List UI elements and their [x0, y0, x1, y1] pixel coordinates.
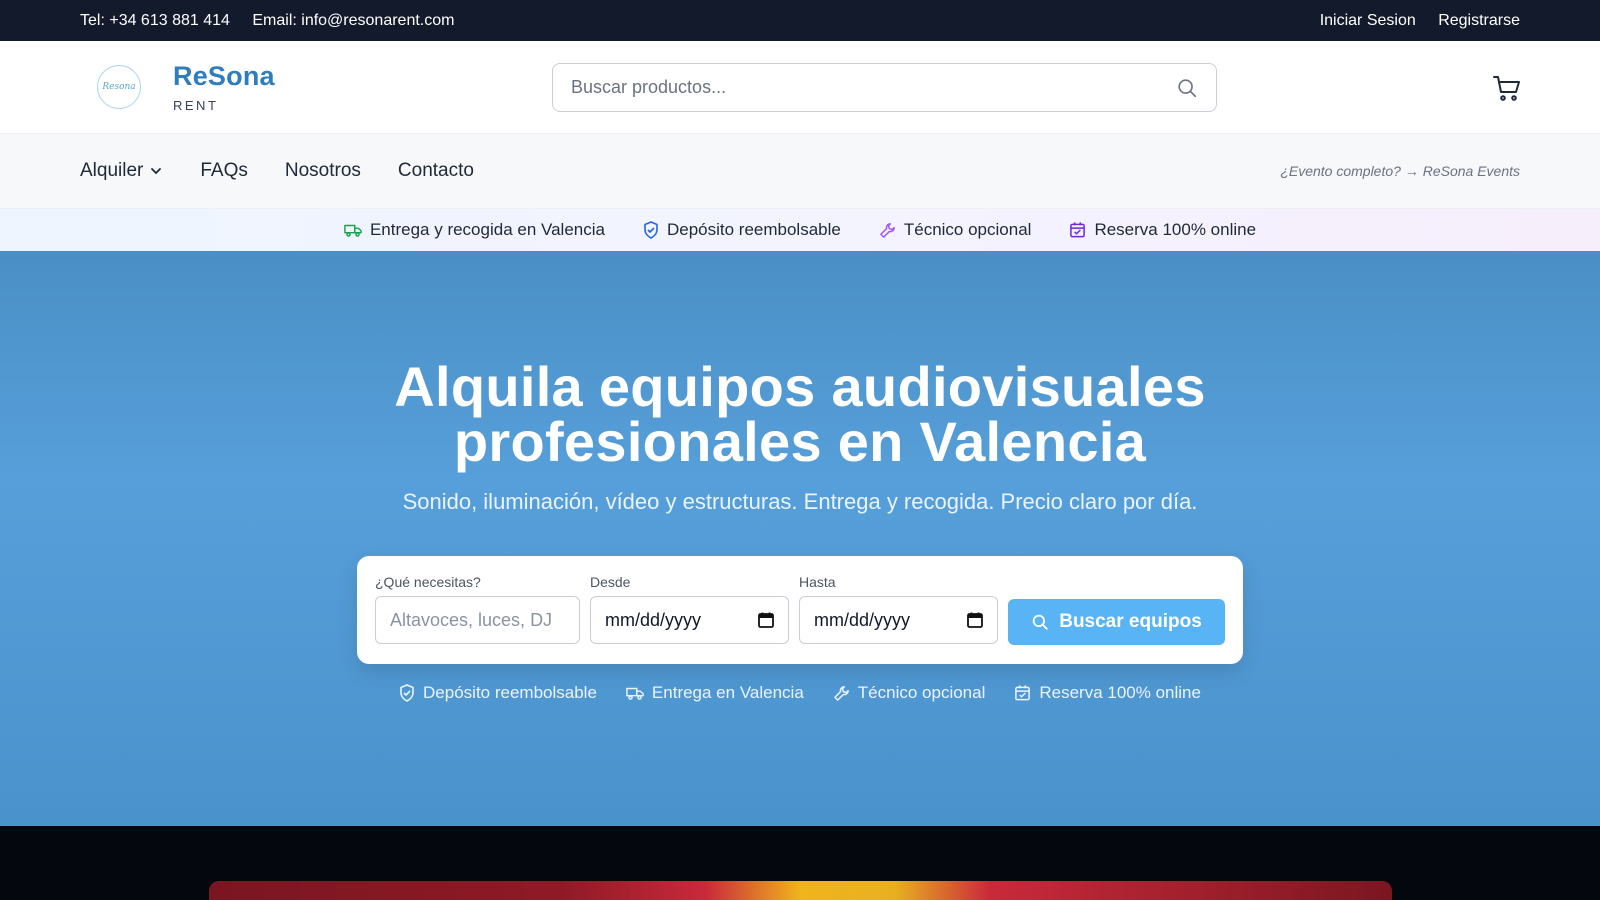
feature-label: Reserva 100% online — [1094, 220, 1257, 239]
perk-label: Depósito reembolsable — [423, 683, 597, 702]
button-label: Buscar equipos — [1059, 611, 1202, 632]
featured-section — [0, 826, 1600, 900]
cart-icon[interactable] — [1492, 74, 1522, 102]
search-input[interactable] — [571, 77, 1176, 98]
top-contact-bar: Tel: +34 613 881 414 Email: info@resonar… — [0, 0, 1600, 41]
hero-title-line1: Alquila equipos audiovisuales — [394, 355, 1206, 418]
nav-item-contacto[interactable]: Contacto — [398, 160, 474, 182]
feature-label: Técnico opcional — [903, 220, 1032, 239]
feature-deposit: Depósito reembolsable — [643, 220, 841, 240]
feature-online: Reserva 100% online — [1069, 220, 1256, 240]
nav-item-label: Alquiler — [80, 160, 144, 181]
features-strip: Entrega y recogida en Valencia Depósito … — [0, 209, 1600, 251]
events-promo-link[interactable]: ¿Evento completo? → ReSona Events — [1280, 163, 1520, 179]
to-date-input[interactable]: mm/dd/yyyy — [799, 596, 998, 644]
perk-deposit: Depósito reembolsable — [399, 683, 597, 703]
hero-subtitle: Sonido, iluminación, vídeo y estructuras… — [402, 489, 1198, 514]
what-input[interactable] — [390, 609, 565, 631]
hero-section: Alquila equipos audiovisuales profesiona… — [0, 251, 1600, 826]
hero-title: Alquila equipos audiovisuales profesiona… — [0, 359, 1600, 470]
calendar-icon[interactable] — [967, 612, 983, 628]
brand-subtitle: RENT — [173, 98, 219, 113]
booking-search-form: ¿Qué necesitas? Desde mm/dd/yyyy Hasta m… — [357, 556, 1243, 664]
to-date-value: mm/dd/yyyy — [814, 609, 911, 630]
promo-banner-image[interactable] — [209, 881, 1392, 900]
from-field: Desde mm/dd/yyyy — [590, 574, 789, 644]
search-equipment-button[interactable]: Buscar equipos — [1008, 599, 1225, 645]
feature-label: Depósito reembolsable — [666, 220, 841, 239]
perk-online: Reserva 100% online — [1014, 683, 1201, 703]
calendar-icon — [1070, 222, 1086, 238]
main-nav: Alquiler FAQs Nosotros Contacto ¿Evento … — [0, 134, 1600, 209]
login-link[interactable]: Iniciar Sesion — [1320, 12, 1416, 29]
wrench-icon — [833, 685, 849, 701]
email-text: Email: info@resonarent.com — [252, 11, 455, 29]
hero-perks: Depósito reembolsable Entrega en Valenci… — [0, 683, 1600, 703]
product-search — [552, 63, 1217, 112]
perk-technician: Técnico opcional — [833, 683, 986, 703]
nav-item-alquiler[interactable]: Alquiler — [80, 160, 163, 182]
perk-label: Entrega en Valencia — [651, 683, 804, 702]
calendar-icon[interactable] — [758, 612, 774, 628]
contact-info: Tel: +34 613 881 414 Email: info@resonar… — [80, 12, 472, 30]
nav-links: Alquiler FAQs Nosotros Contacto — [80, 160, 474, 182]
feature-delivery: Entrega y recogida en Valencia — [344, 220, 605, 240]
brand-name: ReSona — [173, 61, 275, 91]
to-label: Hasta — [799, 574, 836, 590]
shield-icon — [400, 684, 414, 702]
from-label: Desde — [590, 574, 631, 590]
search-icon — [1032, 614, 1048, 630]
nav-item-label: Nosotros — [284, 160, 361, 181]
truck-icon — [626, 687, 644, 700]
what-field: ¿Qué necesitas? — [375, 574, 580, 644]
nav-item-label: Contacto — [397, 160, 474, 181]
feature-label: Entrega y recogida en Valencia — [369, 220, 605, 239]
search-icon[interactable] — [1176, 77, 1198, 99]
nav-item-nosotros[interactable]: Nosotros — [285, 160, 361, 182]
shield-icon — [644, 221, 658, 239]
to-field: Hasta mm/dd/yyyy — [799, 574, 998, 644]
truck-icon — [344, 224, 362, 237]
what-label: ¿Qué necesitas? — [375, 574, 481, 590]
perk-label: Técnico opcional — [857, 683, 986, 702]
hero-title-line2: profesionales en Valencia — [453, 410, 1147, 473]
calendar-icon — [1015, 685, 1031, 701]
perk-delivery: Entrega en Valencia — [626, 683, 804, 703]
brand[interactable]: ReSona RENT — [173, 61, 275, 113]
from-date-input[interactable]: mm/dd/yyyy — [590, 596, 789, 644]
nav-item-faqs[interactable]: FAQs — [200, 160, 248, 182]
wrench-icon — [879, 222, 895, 238]
register-link[interactable]: Registrarse — [1438, 12, 1520, 29]
site-header: Resona ReSona RENT — [0, 41, 1600, 134]
nav-item-label: FAQs — [200, 160, 248, 181]
phone-text: Tel: +34 613 881 414 — [80, 11, 230, 29]
feature-technician: Técnico opcional — [879, 220, 1032, 240]
logo-text: Resona — [102, 82, 136, 92]
what-box — [375, 596, 580, 644]
chevron-down-icon — [151, 168, 162, 175]
account-links: Iniciar Sesion Registrarse — [1302, 12, 1520, 30]
perk-label: Reserva 100% online — [1039, 683, 1201, 702]
logo-image[interactable]: Resona — [97, 65, 141, 109]
from-date-value: mm/dd/yyyy — [605, 609, 702, 630]
